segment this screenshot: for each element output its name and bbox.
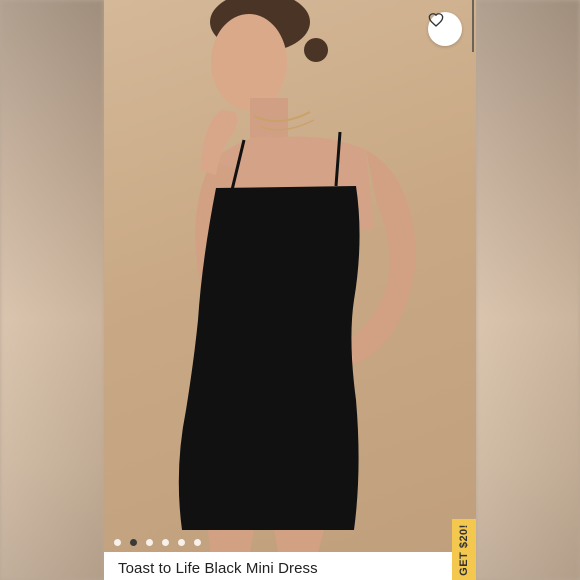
- promo-label: GET $20!: [458, 523, 470, 576]
- image-carousel-dots[interactable]: [114, 539, 201, 546]
- carousel-dot[interactable]: [178, 539, 185, 546]
- listing-card: Toast to Life Black Mini Dress GET $20!: [104, 0, 476, 580]
- like-button[interactable]: [428, 12, 462, 46]
- carousel-dot[interactable]: [194, 539, 201, 546]
- product-photo[interactable]: [104, 0, 476, 552]
- carousel-dot-active[interactable]: [130, 539, 137, 546]
- promo-tab[interactable]: GET $20!: [452, 519, 476, 580]
- blurred-background-right: [476, 0, 580, 580]
- carousel-dot[interactable]: [114, 539, 121, 546]
- model-illustration: [178, 0, 416, 552]
- blurred-background-left: [0, 0, 104, 580]
- listing-title: Toast to Life Black Mini Dress: [118, 560, 318, 577]
- scroll-indicator: [472, 0, 474, 52]
- heart-icon: [428, 13, 444, 27]
- carousel-dot[interactable]: [162, 539, 169, 546]
- carousel-dot[interactable]: [146, 539, 153, 546]
